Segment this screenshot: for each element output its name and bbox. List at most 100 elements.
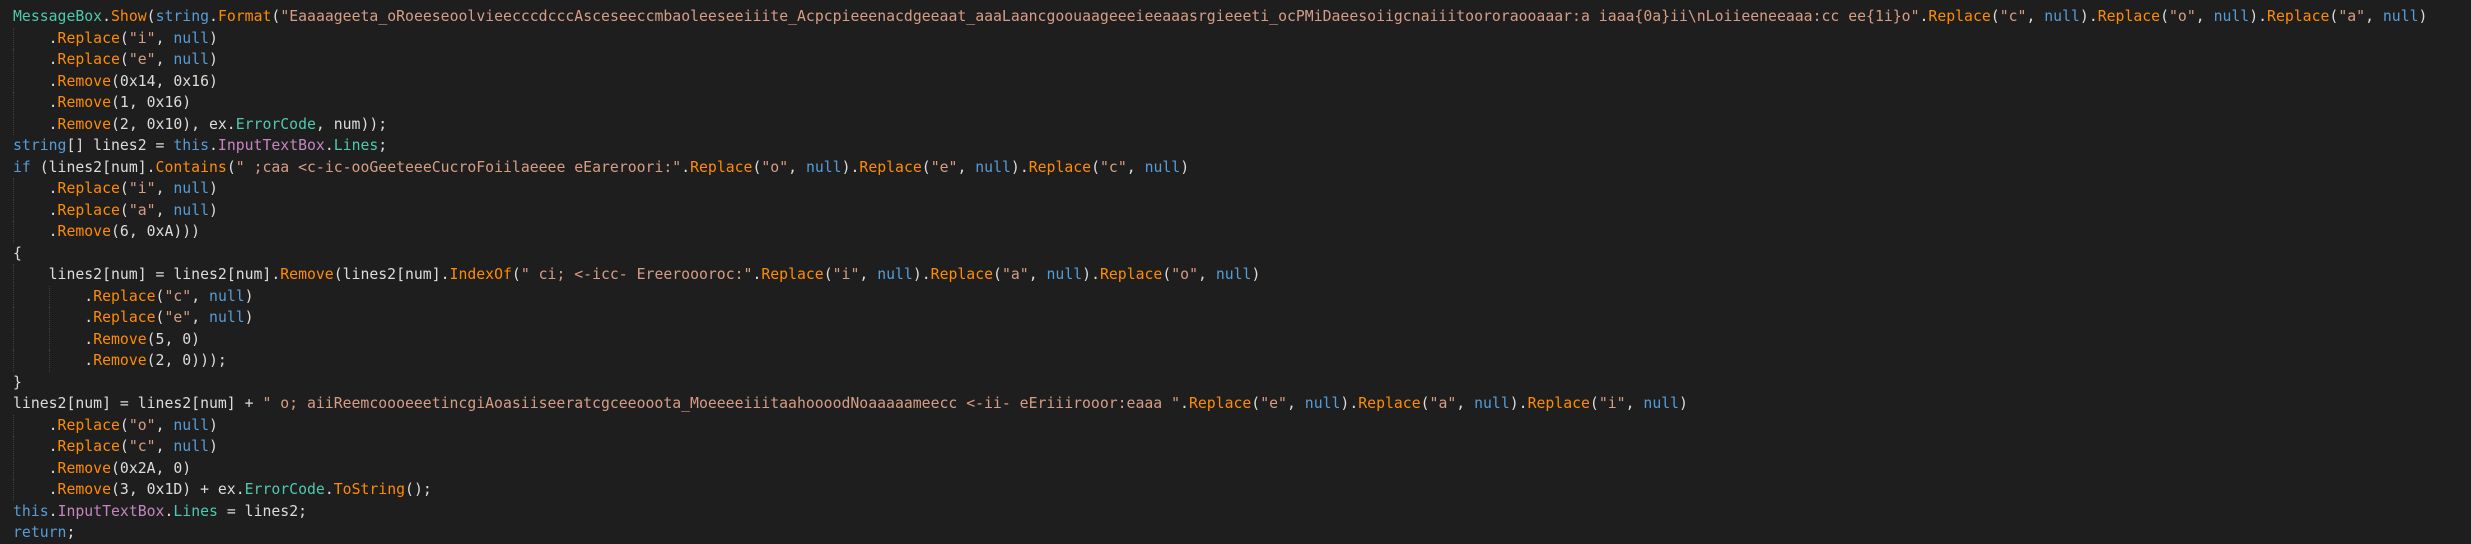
code-token: MessageBox bbox=[13, 8, 103, 25]
code-token: ( bbox=[2160, 8, 2170, 25]
code-token: , bbox=[155, 29, 174, 47]
code-token: ) bbox=[209, 29, 218, 47]
code-token: (6, 0xA))) bbox=[111, 223, 201, 240]
code-line[interactable]: .Replace("e", null) bbox=[13, 49, 2471, 71]
code-token: Remove bbox=[57, 459, 111, 477]
code-line[interactable]: .Replace("i", null) bbox=[13, 27, 2471, 49]
code-line[interactable]: .Replace("c", null) bbox=[13, 436, 2471, 458]
code-token: . bbox=[13, 330, 94, 348]
code-line[interactable]: .Remove(2, 0x10), ex.ErrorCode, num)); bbox=[13, 113, 2471, 135]
code-line[interactable]: .Remove(2, 0))); bbox=[13, 350, 2471, 372]
code-token: ) bbox=[1251, 266, 1261, 283]
indent-guide bbox=[48, 307, 50, 329]
code-token: ( bbox=[146, 8, 156, 25]
code-token: , bbox=[155, 180, 174, 197]
indent-guide bbox=[13, 328, 14, 350]
code-line[interactable]: .Replace("o", null) bbox=[13, 414, 2471, 436]
code-line[interactable]: .Replace("e", null) bbox=[13, 307, 2471, 329]
code-token: null bbox=[1304, 395, 1341, 412]
code-token: (2, 0))); bbox=[146, 352, 227, 369]
code-token: (); bbox=[405, 481, 432, 498]
code-line[interactable]: lines2[num] = lines2[num].Remove(lines2[… bbox=[13, 264, 2471, 286]
code-token: . bbox=[13, 481, 58, 498]
code-token: "i" bbox=[832, 266, 860, 283]
code-token: ; bbox=[66, 524, 76, 541]
code-token: , num)); bbox=[315, 115, 388, 133]
indent-guide bbox=[13, 436, 14, 458]
code-token: lines2[num] = lines2[num]. bbox=[13, 266, 281, 283]
code-token: Remove bbox=[93, 330, 147, 348]
code-token: ( bbox=[511, 266, 521, 283]
code-token: Remove bbox=[57, 115, 111, 133]
code-token: . bbox=[13, 180, 58, 197]
code-token: Replace bbox=[1358, 395, 1421, 412]
code-token: "c" bbox=[128, 438, 156, 455]
code-token: ). bbox=[2249, 8, 2268, 25]
code-line[interactable]: .Remove(6, 0xA))) bbox=[13, 221, 2471, 243]
code-token: ( bbox=[1091, 158, 1101, 176]
indent-guide bbox=[13, 307, 14, 329]
code-token: this bbox=[13, 502, 49, 520]
code-token: , bbox=[1286, 395, 1305, 412]
code-token: "a" bbox=[1001, 266, 1029, 283]
code-line[interactable]: if (lines2[num].Contains(" ;caa <c-ic-oo… bbox=[13, 157, 2471, 179]
code-token: Replace bbox=[2267, 8, 2330, 25]
indent-guide bbox=[48, 328, 50, 350]
code-token: . bbox=[13, 287, 94, 305]
code-token: "o" bbox=[2169, 8, 2196, 25]
code-line[interactable]: this.InputTextBox.Lines = lines2; bbox=[13, 501, 2471, 523]
code-token: ) bbox=[244, 287, 254, 305]
code-token: null bbox=[1144, 158, 1181, 176]
code-token: null bbox=[173, 201, 210, 219]
code-token: . bbox=[209, 8, 218, 25]
code-token: ) bbox=[209, 180, 218, 197]
code-line[interactable]: string[] lines2 = this.InputTextBox.Line… bbox=[13, 135, 2471, 157]
code-token: (0x2A, 0) bbox=[111, 459, 192, 477]
code-token: null bbox=[209, 309, 245, 326]
code-token: ( bbox=[1420, 395, 1430, 412]
code-line[interactable]: .Remove(0x14, 0x16) bbox=[13, 70, 2471, 92]
code-line[interactable]: lines2[num] = lines2[num] + " o; aiiReem… bbox=[13, 393, 2471, 415]
code-token: , bbox=[2365, 8, 2383, 25]
code-token: Replace bbox=[57, 416, 120, 434]
code-token: (lines2[num]. bbox=[30, 158, 156, 176]
code-token: null bbox=[2044, 8, 2080, 25]
code-line[interactable]: .Replace("i", null) bbox=[13, 178, 2471, 200]
code-line[interactable]: .Replace("c", null) bbox=[13, 285, 2471, 307]
code-token: . bbox=[13, 223, 58, 240]
code-token: Remove bbox=[57, 223, 111, 240]
code-editor[interactable]: MessageBox.Show(string.Format("Eaaaageet… bbox=[0, 0, 2471, 541]
code-token: ). bbox=[1509, 395, 1528, 412]
code-line[interactable]: .Remove(5, 0) bbox=[13, 328, 2471, 350]
code-line[interactable]: MessageBox.Show(string.Format("Eaaaageet… bbox=[13, 6, 2471, 28]
code-line[interactable]: .Remove(1, 0x16) bbox=[13, 92, 2471, 114]
code-token: , bbox=[155, 51, 174, 68]
code-line[interactable]: { bbox=[13, 243, 2471, 265]
code-token: Replace bbox=[57, 51, 120, 68]
code-token: ErrorCode bbox=[244, 481, 325, 498]
code-line[interactable]: return; bbox=[13, 522, 2471, 544]
code-token: null bbox=[209, 287, 245, 305]
code-line[interactable]: .Remove(3, 0x1D) + ex.ErrorCode.ToString… bbox=[13, 479, 2471, 501]
indent-guide bbox=[13, 457, 14, 479]
code-token: ( bbox=[119, 51, 129, 68]
code-token: Replace bbox=[93, 309, 156, 326]
code-token: ( bbox=[119, 180, 129, 197]
code-token: . bbox=[13, 459, 58, 477]
code-token: , bbox=[155, 201, 174, 219]
code-token: "c" bbox=[164, 287, 192, 305]
code-token: ) bbox=[2418, 8, 2428, 25]
code-token: "a" bbox=[2338, 8, 2366, 25]
code-line[interactable]: .Replace("a", null) bbox=[13, 199, 2471, 221]
code-token: . bbox=[13, 201, 58, 219]
code-token: Format bbox=[217, 8, 272, 25]
code-token: "o" bbox=[128, 416, 156, 434]
code-line[interactable]: .Remove(0x2A, 0) bbox=[13, 457, 2471, 479]
code-token: string bbox=[13, 137, 67, 154]
code-token: ). bbox=[1082, 266, 1100, 283]
code-line[interactable]: } bbox=[13, 372, 2471, 394]
code-token: Replace bbox=[1188, 395, 1252, 412]
code-token: null bbox=[2213, 8, 2250, 25]
code-token: IndexOf bbox=[449, 266, 512, 283]
code-token: "c" bbox=[1999, 8, 2027, 25]
